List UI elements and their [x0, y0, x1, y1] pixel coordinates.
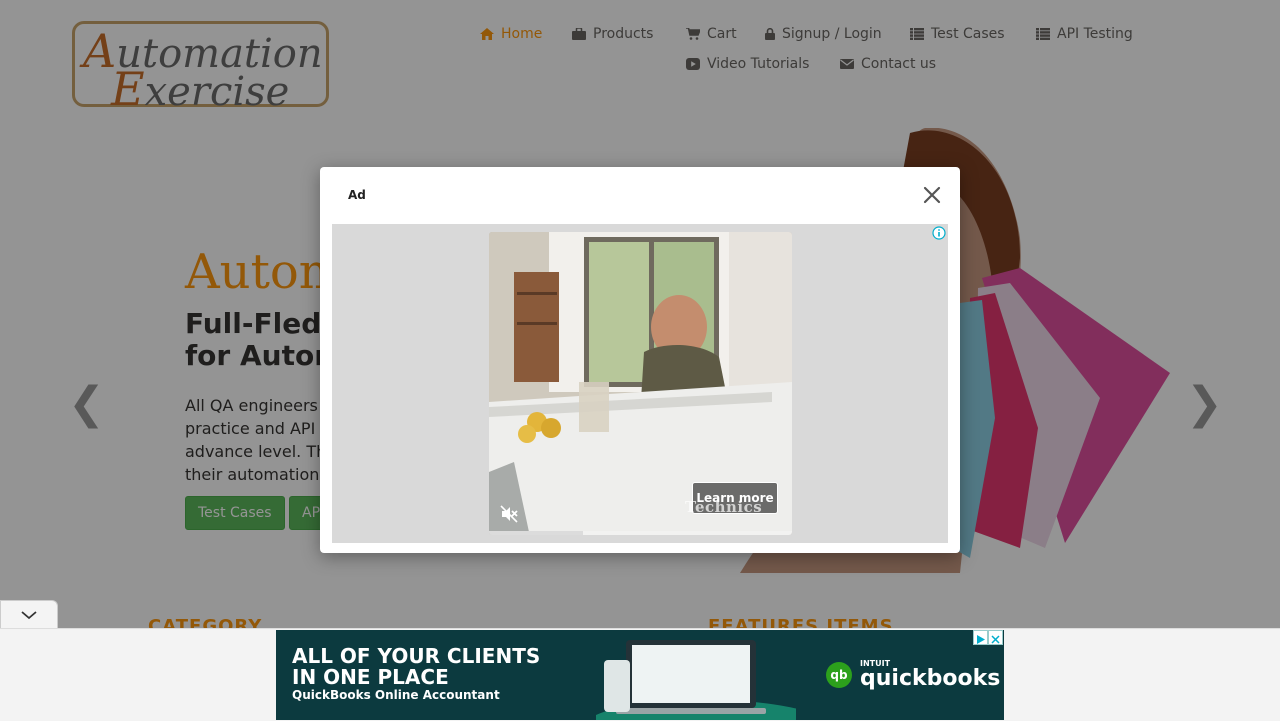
- ad-close-button[interactable]: [920, 183, 944, 207]
- chevron-down-icon: [21, 611, 37, 620]
- video-progress-fill: [489, 531, 583, 535]
- ad-choices-info-icon[interactable]: [932, 226, 946, 240]
- banner-headline: ALL OF YOUR CLIENTS IN ONE PLACE: [292, 644, 541, 689]
- ad-video-player[interactable]: Learn more Technics: [489, 232, 792, 535]
- quickbooks-banner-ad[interactable]: ALL OF YOUR CLIENTS IN ONE PLACE QuickBo…: [276, 630, 1004, 720]
- banner-close-button[interactable]: [988, 630, 1003, 645]
- quickbooks-wordmark: quickbooks: [860, 666, 1001, 691]
- ad-collapse-toggle[interactable]: [0, 600, 58, 628]
- ad-choices-icon: [977, 635, 985, 644]
- ad-video-watermark: Technics: [685, 498, 763, 516]
- ad-choices-button[interactable]: [973, 630, 988, 645]
- close-icon: [991, 635, 1000, 644]
- ad-frame: Learn more Technics: [332, 224, 948, 543]
- qb-mark: qb: [826, 662, 852, 688]
- ad-label: Ad: [348, 188, 366, 202]
- ad-modal: Ad Learn more Technics: [320, 167, 960, 553]
- close-icon: [923, 186, 941, 204]
- banner-laptop-image: [596, 640, 796, 720]
- mute-button[interactable]: [499, 504, 519, 524]
- muted-speaker-icon: [500, 505, 518, 523]
- quickbooks-logo: qb INTUIT quickbooks: [826, 660, 1000, 690]
- banner-subtext: QuickBooks Online Accountant: [292, 688, 500, 702]
- video-progress-bar[interactable]: [489, 531, 792, 535]
